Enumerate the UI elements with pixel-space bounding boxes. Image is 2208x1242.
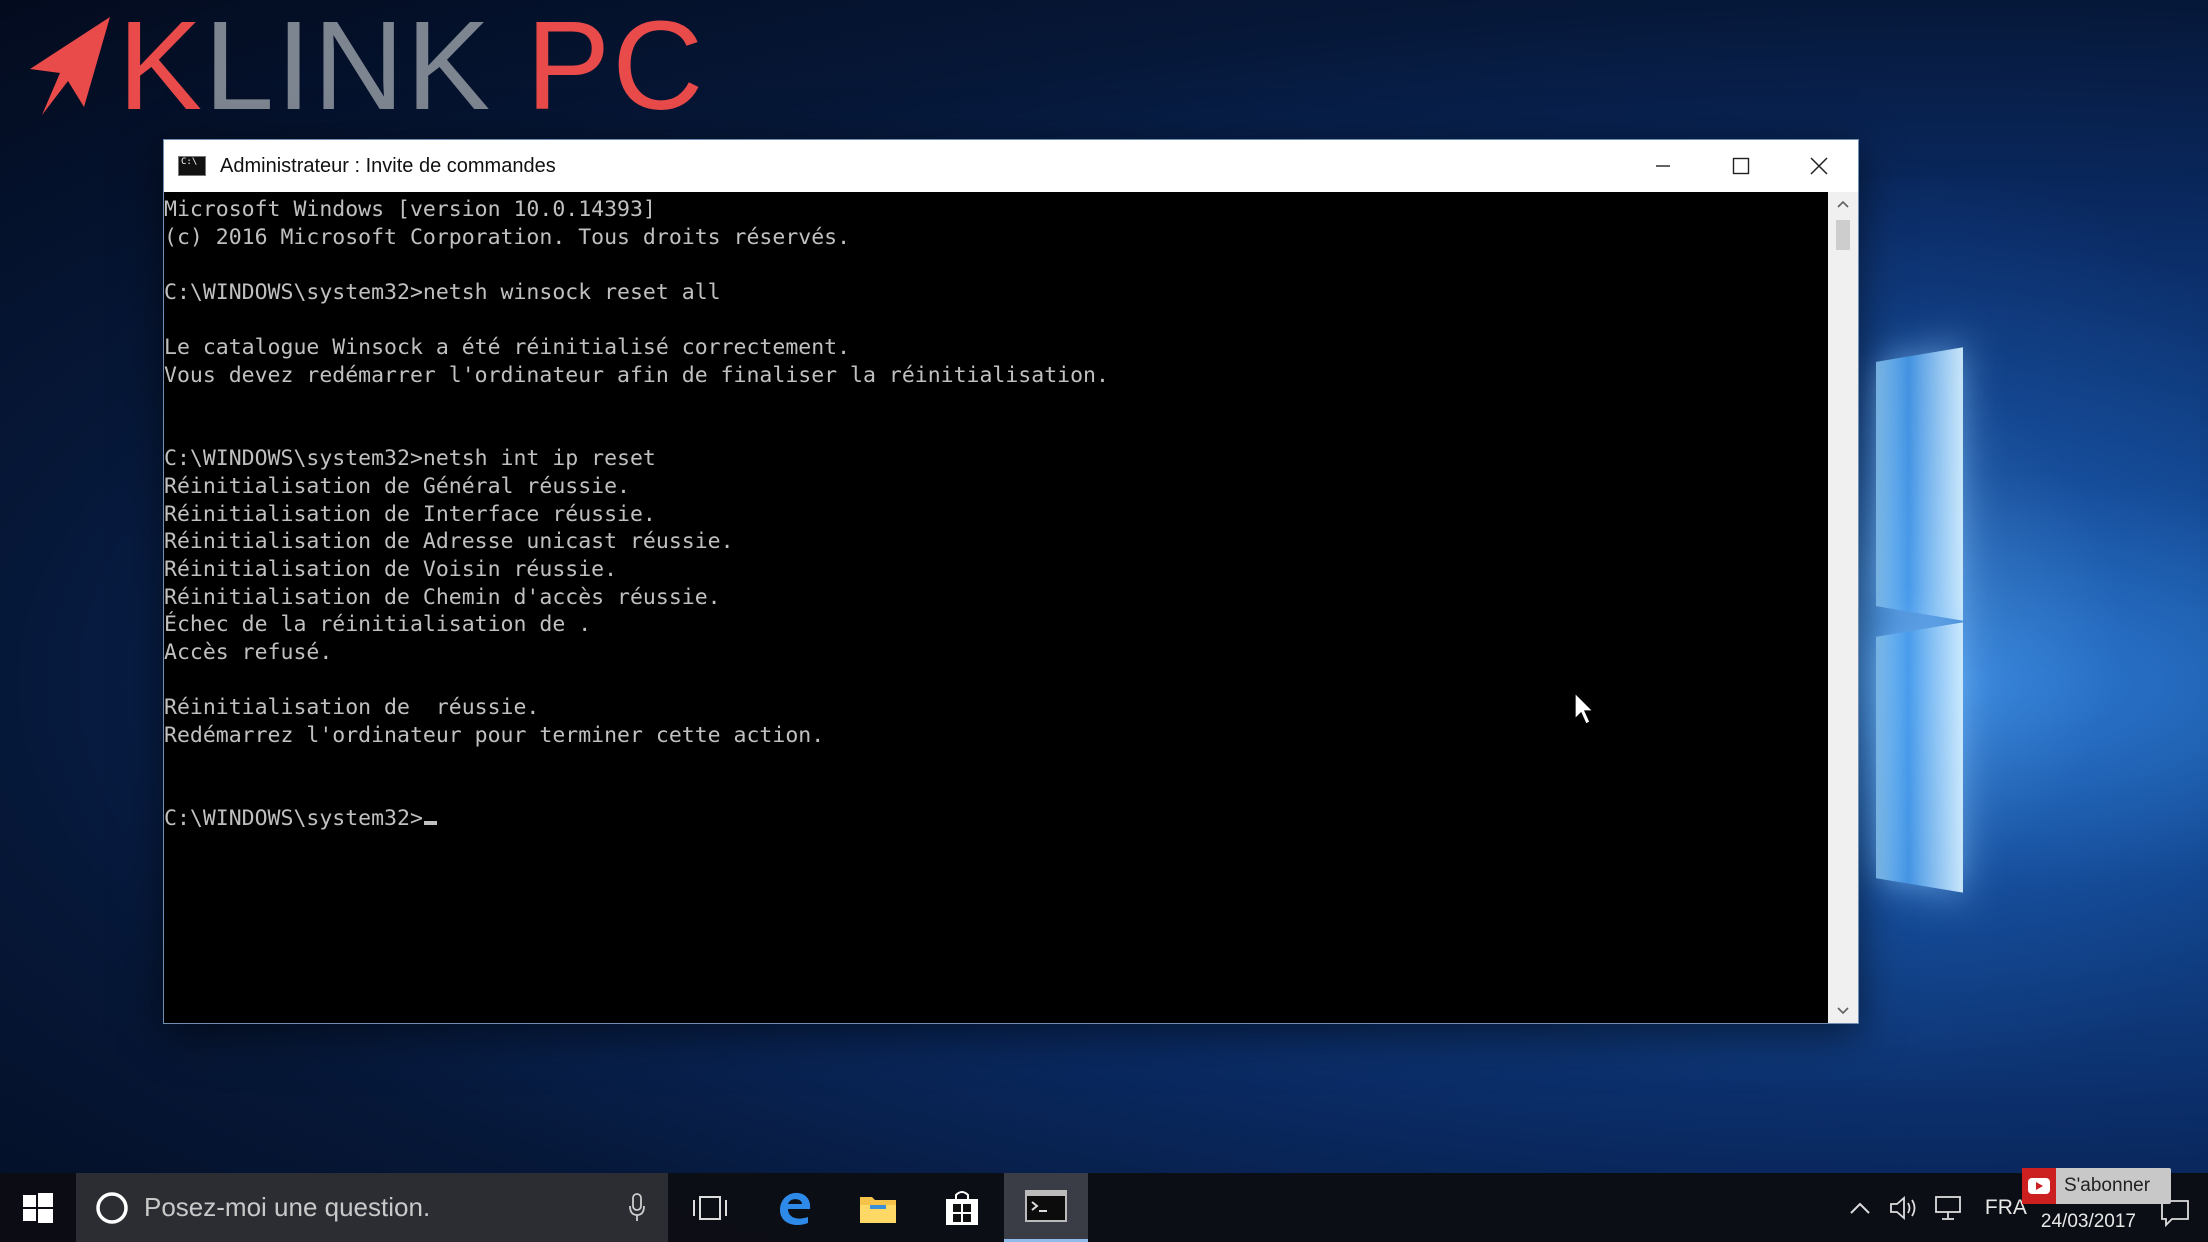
scroll-down-button[interactable] bbox=[1828, 999, 1858, 1023]
console-line: Réinitialisation de Chemin d'accès réuss… bbox=[164, 584, 721, 610]
clock-date[interactable]: 24/03/2017 bbox=[2041, 1211, 2136, 1233]
taskbar-file-explorer[interactable] bbox=[836, 1173, 920, 1242]
maximize-icon bbox=[1732, 157, 1750, 175]
brand-pc: PC bbox=[526, 0, 706, 136]
brand-logo: KLINK PC bbox=[22, 3, 705, 129]
console-line: Accès refusé. bbox=[164, 640, 333, 665]
console-line: Vous devez redémarrer l'ordinateur afin … bbox=[164, 363, 1109, 389]
chevron-down-icon bbox=[1837, 1007, 1849, 1015]
search-placeholder: Posez-moi une question. bbox=[144, 1192, 431, 1222]
console-line: Réinitialisation de Voisin réussie. bbox=[164, 556, 618, 582]
console-line: Réinitialisation de Adresse unicast réus… bbox=[164, 529, 734, 555]
file-explorer-icon bbox=[860, 1196, 896, 1223]
brand-link: LINK bbox=[204, 0, 493, 136]
taskbar-command-prompt[interactable] bbox=[1004, 1173, 1088, 1242]
command-prompt-icon bbox=[1025, 1190, 1067, 1222]
command-prompt-icon bbox=[178, 156, 206, 176]
close-button[interactable] bbox=[1780, 140, 1858, 192]
cortana-circle-icon bbox=[96, 1191, 128, 1224]
subscribe-label: S'abonner bbox=[2064, 1175, 2151, 1196]
console-line: Réinitialisation de Interface réussie. bbox=[164, 501, 656, 527]
console-line: (c) 2016 Microsoft Corporation. Tous dro… bbox=[164, 224, 851, 250]
minimize-icon bbox=[1656, 165, 1670, 167]
titlebar[interactable]: Administrateur : Invite de commandes bbox=[164, 140, 1858, 192]
mouse-cursor-icon bbox=[1574, 692, 1595, 725]
close-icon bbox=[1810, 157, 1828, 175]
windows-logo-icon bbox=[23, 1192, 53, 1223]
brand-k: K bbox=[118, 0, 205, 136]
taskbar-store[interactable] bbox=[920, 1173, 1004, 1242]
console-line: C:\WINDOWS\system32>netsh winsock reset … bbox=[164, 280, 721, 306]
taskbar-edge[interactable] bbox=[752, 1173, 836, 1242]
volume-icon[interactable] bbox=[1889, 1195, 1919, 1221]
console-line: Microsoft Windows [version 10.0.14393] bbox=[164, 197, 656, 222]
console-line: Le catalogue Winsock a été réinitialisé … bbox=[164, 335, 851, 361]
prompt-text: C:\WINDOWS\system32> bbox=[164, 806, 423, 832]
maximize-button[interactable] bbox=[1702, 140, 1780, 192]
scroll-up-button[interactable] bbox=[1828, 192, 1858, 216]
start-button[interactable] bbox=[0, 1173, 76, 1242]
console-line: C:\WINDOWS\system32>netsh int ip reset bbox=[164, 446, 656, 472]
cortana-search-box[interactable]: Posez-moi une question. bbox=[76, 1173, 668, 1242]
console-line: Échec de la réinitialisation de . bbox=[164, 612, 592, 638]
network-icon[interactable] bbox=[1933, 1194, 1965, 1222]
youtube-play-icon bbox=[2022, 1168, 2056, 1204]
language-indicator[interactable]: FRA bbox=[1985, 1196, 2027, 1220]
console-line: Redémarrez l'ordinateur pour terminer ce… bbox=[164, 723, 825, 749]
edge-browser-icon bbox=[780, 1192, 811, 1225]
command-prompt-window[interactable]: Administrateur : Invite de commandes Mic… bbox=[163, 139, 1859, 1024]
chevron-up-icon[interactable] bbox=[1849, 1201, 1871, 1215]
subscribe-button[interactable]: S'abonner bbox=[2022, 1168, 2171, 1204]
vertical-scrollbar[interactable] bbox=[1828, 192, 1858, 1023]
taskbar: Posez-moi une question. FRA 24/03/2017 bbox=[0, 1173, 2208, 1242]
console-line: Réinitialisation de Général réussie. bbox=[164, 473, 630, 499]
store-icon bbox=[946, 1190, 978, 1225]
arrow-logo-icon bbox=[30, 17, 110, 115]
minimize-button[interactable] bbox=[1624, 140, 1702, 192]
task-view-icon bbox=[693, 1195, 727, 1220]
prompt-line[interactable]: C:\WINDOWS\system32> bbox=[164, 805, 1828, 833]
text-cursor bbox=[423, 821, 437, 826]
microphone-icon[interactable] bbox=[628, 1193, 646, 1223]
chevron-up-icon bbox=[1837, 200, 1849, 208]
scroll-thumb[interactable] bbox=[1836, 220, 1850, 250]
window-title: Administrateur : Invite de commandes bbox=[220, 154, 556, 177]
console-output[interactable]: Microsoft Windows [version 10.0.14393] (… bbox=[164, 192, 1828, 1023]
task-view-button[interactable] bbox=[668, 1173, 752, 1242]
